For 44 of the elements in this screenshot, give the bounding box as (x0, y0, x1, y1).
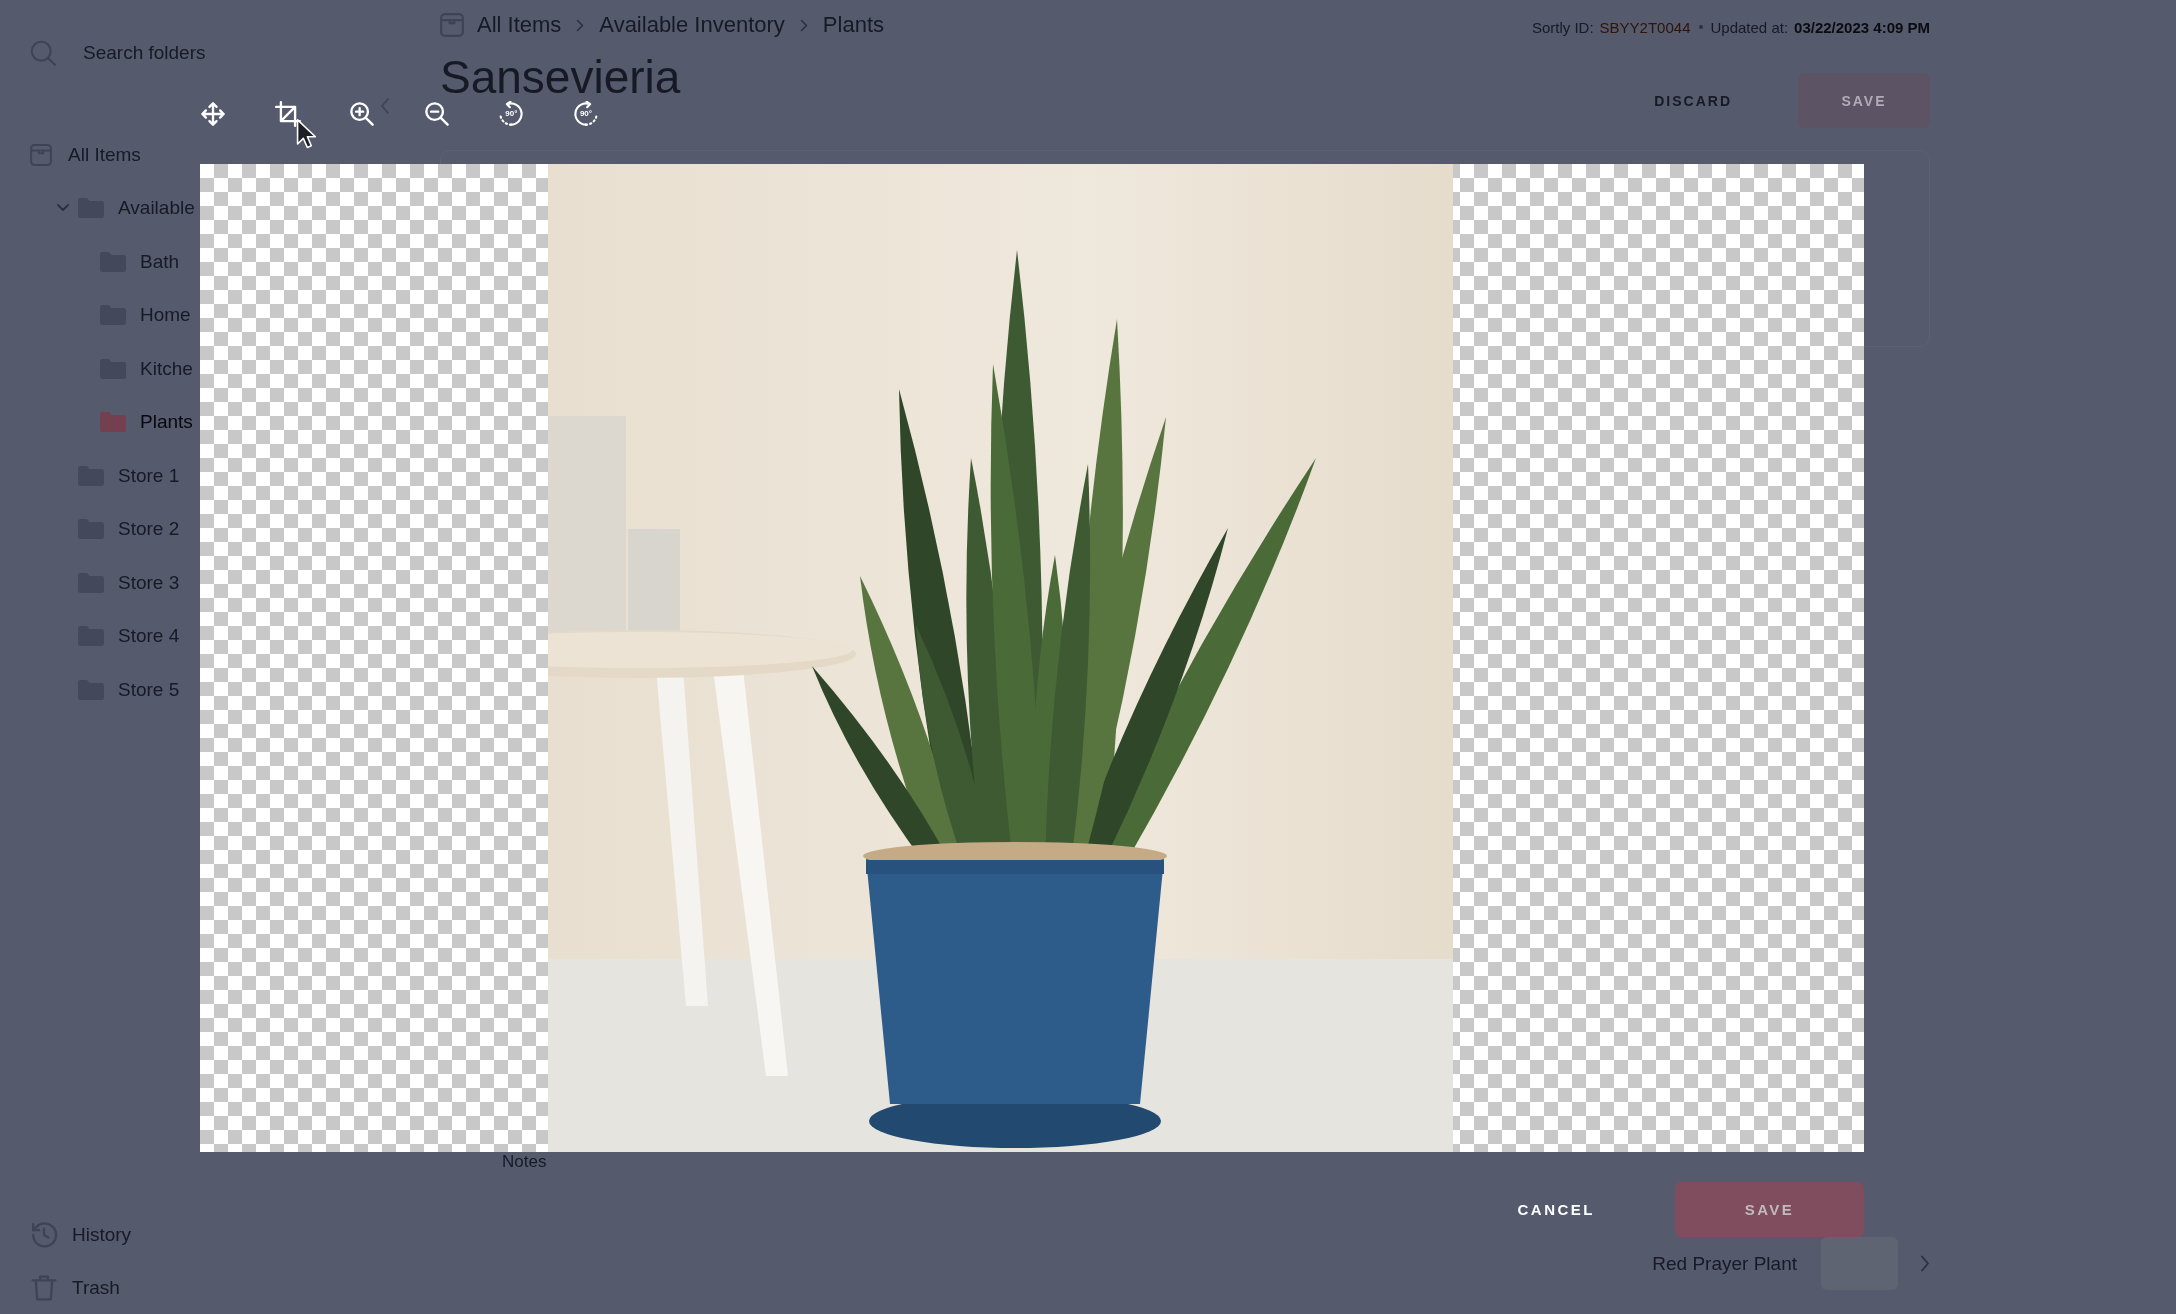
meta-label: Sortly ID: (1531, 18, 1594, 36)
search-field[interactable]: Search folders (83, 42, 373, 64)
sidebar-item[interactable]: Bath (74, 235, 180, 289)
chevron-right-icon (576, 18, 585, 32)
rotate-right-icon (572, 101, 599, 127)
rotate-right-button[interactable]: 90° (572, 101, 599, 127)
crop-icon[interactable] (274, 101, 301, 127)
zoom-out-icon[interactable] (423, 101, 450, 127)
sidebar-item[interactable]: Store 2 (52, 502, 180, 556)
separator-dot-icon (1698, 25, 1703, 29)
notes-label: Notes (502, 1153, 547, 1171)
sidebar-item[interactable]: Store 5 (52, 663, 180, 717)
meta-label: Updated at: (1710, 18, 1789, 36)
rotate-left-icon (498, 101, 525, 127)
cancel-button[interactable]: CANCEL (1493, 1182, 1619, 1237)
chevron-right-icon (799, 18, 808, 32)
discard-button[interactable]: DISCARD (1634, 73, 1752, 128)
sidebar-item[interactable]: Store 1 (52, 449, 180, 503)
sidebar-item[interactable]: Kitche (74, 342, 193, 396)
search-icon (30, 40, 56, 66)
history-icon (30, 1220, 58, 1249)
meta-value: SBYY2T0044 (1599, 18, 1691, 36)
sidebar-item[interactable]: Store 4 (52, 609, 180, 663)
trash-icon (30, 1273, 58, 1302)
sidebar-item[interactable]: Home (74, 288, 191, 342)
sidebar-item[interactable]: Store 3 (52, 556, 180, 610)
sidebar-item[interactable]: Available (52, 181, 195, 235)
sidebar-item[interactable]: Plants (74, 395, 193, 449)
box-icon (30, 143, 52, 166)
move-icon[interactable] (200, 101, 226, 127)
breadcrumb-link[interactable]: Plants (822, 12, 884, 38)
next-item-link[interactable]: Red Prayer Plant (1652, 1252, 1797, 1275)
zoom-in-icon[interactable] (349, 101, 376, 127)
breadcrumb-link[interactable]: All Items (477, 12, 562, 38)
trash-link[interactable]: Trash (30, 1261, 120, 1314)
rotate-left-button[interactable]: 90° (498, 101, 525, 127)
breadcrumb-link[interactable]: Available Inventory (599, 12, 785, 38)
pointer-cursor-icon (296, 118, 318, 150)
item-title: Sansevieria (440, 54, 681, 100)
folder-icon (100, 412, 126, 433)
meta-value: 03/22/2023 4:09 PM (1794, 18, 1930, 36)
box-icon (440, 13, 464, 37)
sidebar-item[interactable]: All Items (30, 128, 141, 182)
history-link[interactable]: History (30, 1208, 132, 1261)
